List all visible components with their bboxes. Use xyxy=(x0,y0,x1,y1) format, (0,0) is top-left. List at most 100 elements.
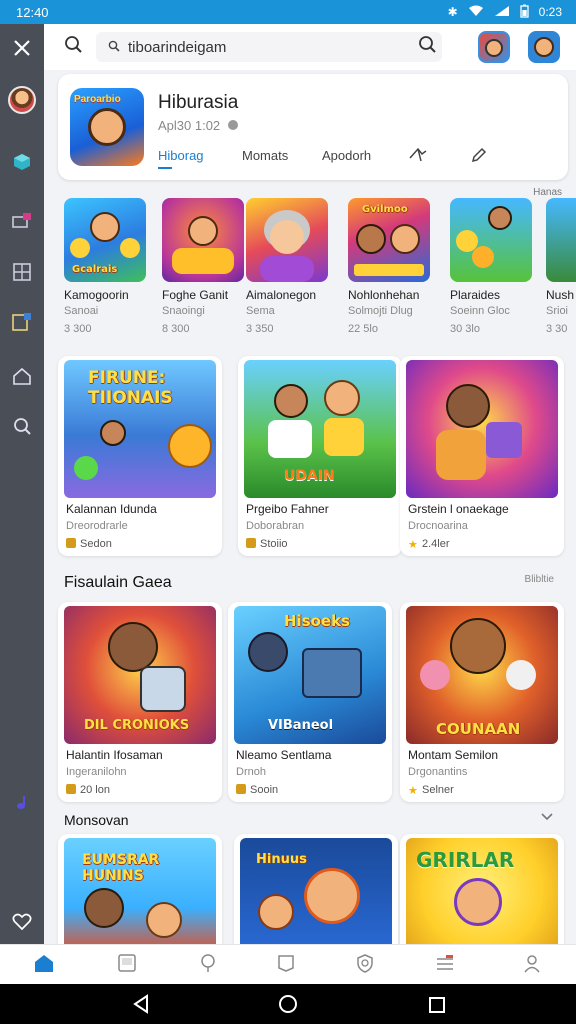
game-thumbnail[interactable]: Hisoeks VIBaneol xyxy=(234,606,386,744)
bookmark-icon[interactable] xyxy=(275,953,297,975)
app-header-card: Paroarbio Hiburasia Apl30 1:02 Hiborag M… xyxy=(58,74,568,180)
item-title: Foghe Ganit xyxy=(162,288,229,302)
game-thumbnail[interactable]: EUMSRAR HUNINS xyxy=(64,838,216,944)
app-logo[interactable]: Paroarbio xyxy=(70,88,144,166)
tab-underline xyxy=(158,167,172,169)
card-subtitle: Dreorodrarle xyxy=(66,520,128,532)
account-switch-avatar[interactable] xyxy=(478,31,510,63)
bottom-nav xyxy=(0,944,576,984)
search-icon[interactable] xyxy=(64,35,84,60)
game-thumbnail[interactable]: GRIRLAR xyxy=(406,838,558,944)
menu-icon[interactable] xyxy=(434,953,456,975)
item-title: Plaraides xyxy=(450,288,501,302)
item-title: Nush xyxy=(546,288,575,302)
game-card[interactable]: FIRUNE: TIIONAIS Kalannan Idunda Dreorod… xyxy=(58,356,222,556)
item-meta: 3 350 xyxy=(246,323,274,335)
card-subtitle: Drgonantins xyxy=(408,766,468,778)
list-item[interactable]: Aimalonegon Sema 3 350 xyxy=(246,198,330,335)
top-bar: tiboarindeigam xyxy=(44,24,576,70)
item-title: Kamogoorin xyxy=(64,288,129,302)
item-meta: 30 3lo xyxy=(450,323,480,335)
item-title: Aimalonegon xyxy=(246,288,317,302)
game-card[interactable]: COUNAAN Montam Semilon Drgonantins ★ Seln… xyxy=(400,602,564,802)
game-thumbnail[interactable]: Hinuus xyxy=(240,838,392,944)
art-text: FIRUNE: TIIONAIS xyxy=(88,368,173,408)
art-text: COUNAAN xyxy=(436,720,521,738)
shield-icon[interactable] xyxy=(354,953,376,975)
list-item[interactable]: Nush Srioi 3 30 xyxy=(546,198,576,335)
game-card[interactable]: Grstein l onaekage Drocnoarina ★ 2.4ler xyxy=(400,356,564,556)
game-card[interactable]: Hinuus xyxy=(234,834,398,944)
list-item[interactable]: Gcalrais Kamogoorin Sanoai 3 300 xyxy=(64,198,148,335)
profile-avatar[interactable] xyxy=(528,31,560,63)
house-icon[interactable] xyxy=(10,364,34,388)
game-card[interactable]: GRIRLAR xyxy=(400,834,564,944)
home-icon[interactable] xyxy=(33,953,55,975)
search-value: tiboarindeigam xyxy=(128,38,227,56)
card-subtitle: Drnoh xyxy=(236,766,266,778)
game-card[interactable]: EUMSRAR HUNINS xyxy=(58,834,222,944)
book-icon[interactable] xyxy=(10,310,34,334)
item-subtitle: Sema xyxy=(246,305,275,317)
row-label: Hanas xyxy=(533,187,562,198)
game-thumbnail[interactable] xyxy=(546,198,576,282)
list-item[interactable]: Foghe Ganit Snaoingi 8 300 xyxy=(162,198,246,335)
card-meta: ★ Selner xyxy=(408,784,454,797)
back-icon[interactable] xyxy=(132,994,150,1019)
heart-icon[interactable] xyxy=(10,910,34,934)
section-title: Monsovan xyxy=(64,812,129,828)
see-all-link[interactable]: Blibltie xyxy=(525,574,554,585)
art-text: VIBaneol xyxy=(268,718,334,733)
art-text: Hinuus xyxy=(256,852,307,867)
item-meta: 8 300 xyxy=(162,323,190,335)
card-title: Grstein l onaekage xyxy=(408,502,509,516)
art-text: DIL CRONIOKS xyxy=(84,718,190,733)
game-thumbnail[interactable]: FIRUNE: TIIONAIS xyxy=(64,360,216,498)
status-bar: 12:40 ✱ 0:23 xyxy=(0,0,576,24)
info-icon[interactable] xyxy=(228,120,238,130)
art-text: UDAIN xyxy=(284,468,335,484)
list-item[interactable]: Gvilmoo Nohlonhehan Solmojti Dlug 22 5lo xyxy=(348,198,432,335)
media-icon[interactable] xyxy=(10,208,34,232)
tab-momats[interactable]: Momats xyxy=(242,148,288,163)
search-input[interactable]: tiboarindeigam xyxy=(96,32,442,62)
chevron-down-icon[interactable] xyxy=(540,810,554,825)
tab-hiborag[interactable]: Hiborag xyxy=(158,148,204,163)
game-card[interactable]: DIL CRONIOKS Halantin Ifosaman Ingeranil… xyxy=(58,602,222,802)
game-thumbnail[interactable]: COUNAAN xyxy=(406,606,558,744)
game-thumbnail[interactable]: DIL CRONIOKS xyxy=(64,606,216,744)
close-icon[interactable] xyxy=(10,36,34,60)
art-text: Gvilmoo xyxy=(362,204,408,215)
game-thumbnail[interactable]: UDAIN xyxy=(244,360,396,498)
search-submit-icon[interactable] xyxy=(418,35,438,60)
card-meta: Sooin xyxy=(236,784,278,796)
game-thumbnail[interactable] xyxy=(162,198,244,282)
person-icon[interactable] xyxy=(521,953,543,975)
game-thumbnail[interactable] xyxy=(450,198,532,282)
tab-apodorh[interactable]: Apodorh xyxy=(322,148,371,163)
system-nav xyxy=(0,984,576,1024)
home-button-icon[interactable] xyxy=(278,994,298,1019)
game-thumbnail[interactable] xyxy=(246,198,328,282)
share-icon[interactable] xyxy=(408,146,428,169)
game-card[interactable]: Hisoeks VIBaneol Nleamo Sentlama Drnoh S… xyxy=(228,602,392,802)
game-thumbnail[interactable]: Gcalrais xyxy=(64,198,146,282)
edit-icon[interactable] xyxy=(470,146,488,169)
location-icon[interactable] xyxy=(197,953,219,975)
search-icon[interactable] xyxy=(10,414,34,438)
game-thumbnail[interactable] xyxy=(406,360,558,498)
art-text: Gcalrais xyxy=(72,264,118,275)
recents-icon[interactable] xyxy=(428,996,446,1019)
card-meta: Stoiio xyxy=(246,538,288,550)
card-title: Prgeibo Fahner xyxy=(246,502,329,516)
apps-icon[interactable] xyxy=(116,953,138,975)
avatar[interactable] xyxy=(8,86,36,114)
cube-icon[interactable] xyxy=(10,150,34,174)
game-thumbnail[interactable]: Gvilmoo xyxy=(348,198,430,282)
note-icon[interactable] xyxy=(10,790,34,814)
card-subtitle: Ingeranilohn xyxy=(66,766,127,778)
game-card[interactable]: UDAIN Prgeibo Fahner Doborabran Stoiio xyxy=(238,356,402,556)
card-meta: ★ 2.4ler xyxy=(408,538,450,551)
list-item[interactable]: Plaraides Soeinn Gloc 30 3lo xyxy=(450,198,534,335)
grid-icon[interactable] xyxy=(10,260,34,284)
